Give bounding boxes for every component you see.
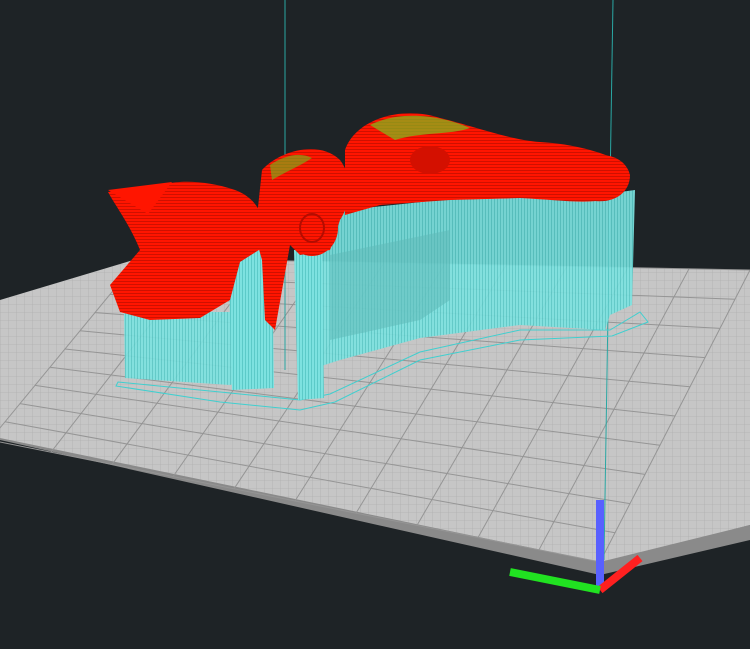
support-col-2	[294, 250, 324, 400]
model-foot	[286, 200, 338, 256]
scene-canvas[interactable]	[0, 0, 750, 649]
model-eye-spot	[410, 146, 450, 174]
3d-viewport[interactable]	[0, 0, 750, 649]
axis-y-line	[509, 568, 601, 594]
